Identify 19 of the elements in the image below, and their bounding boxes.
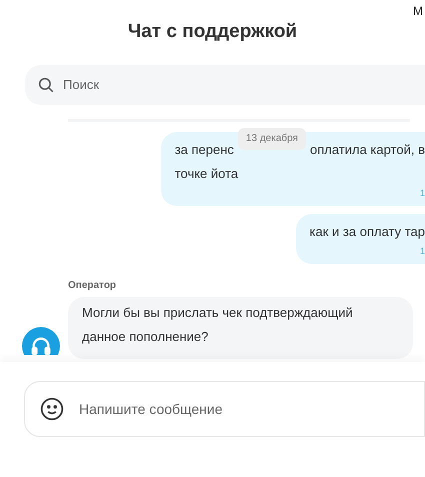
message-input[interactable]: Напишите сообщение <box>24 381 425 437</box>
search-input[interactable]: Поиск <box>63 74 239 94</box>
message-time: 1 <box>420 244 425 258</box>
message-text: оплатила картой, в <box>310 140 425 159</box>
message-time: 1 <box>420 186 425 200</box>
message-text: за перенс <box>174 140 234 159</box>
date-chip: 13 декабря <box>238 128 306 150</box>
message-text: точке йота <box>174 166 238 180</box>
emoji-icon[interactable] <box>39 396 65 422</box>
sender-name: Оператор <box>68 278 118 292</box>
headphones-icon <box>30 334 52 354</box>
search-field[interactable]: Поиск <box>25 64 425 104</box>
message-text: как и за оплату тар <box>310 224 425 238</box>
chat-title: Чат с поддержкой <box>128 20 298 44</box>
message-text-input[interactable]: Напишите сообщение <box>79 398 359 420</box>
message-text: Могли бы вы прислать чек подтверждающий <box>82 304 353 320</box>
corner-text: М <box>413 3 423 20</box>
message-text: данное пополнение? <box>82 328 208 344</box>
search-icon <box>37 76 55 94</box>
